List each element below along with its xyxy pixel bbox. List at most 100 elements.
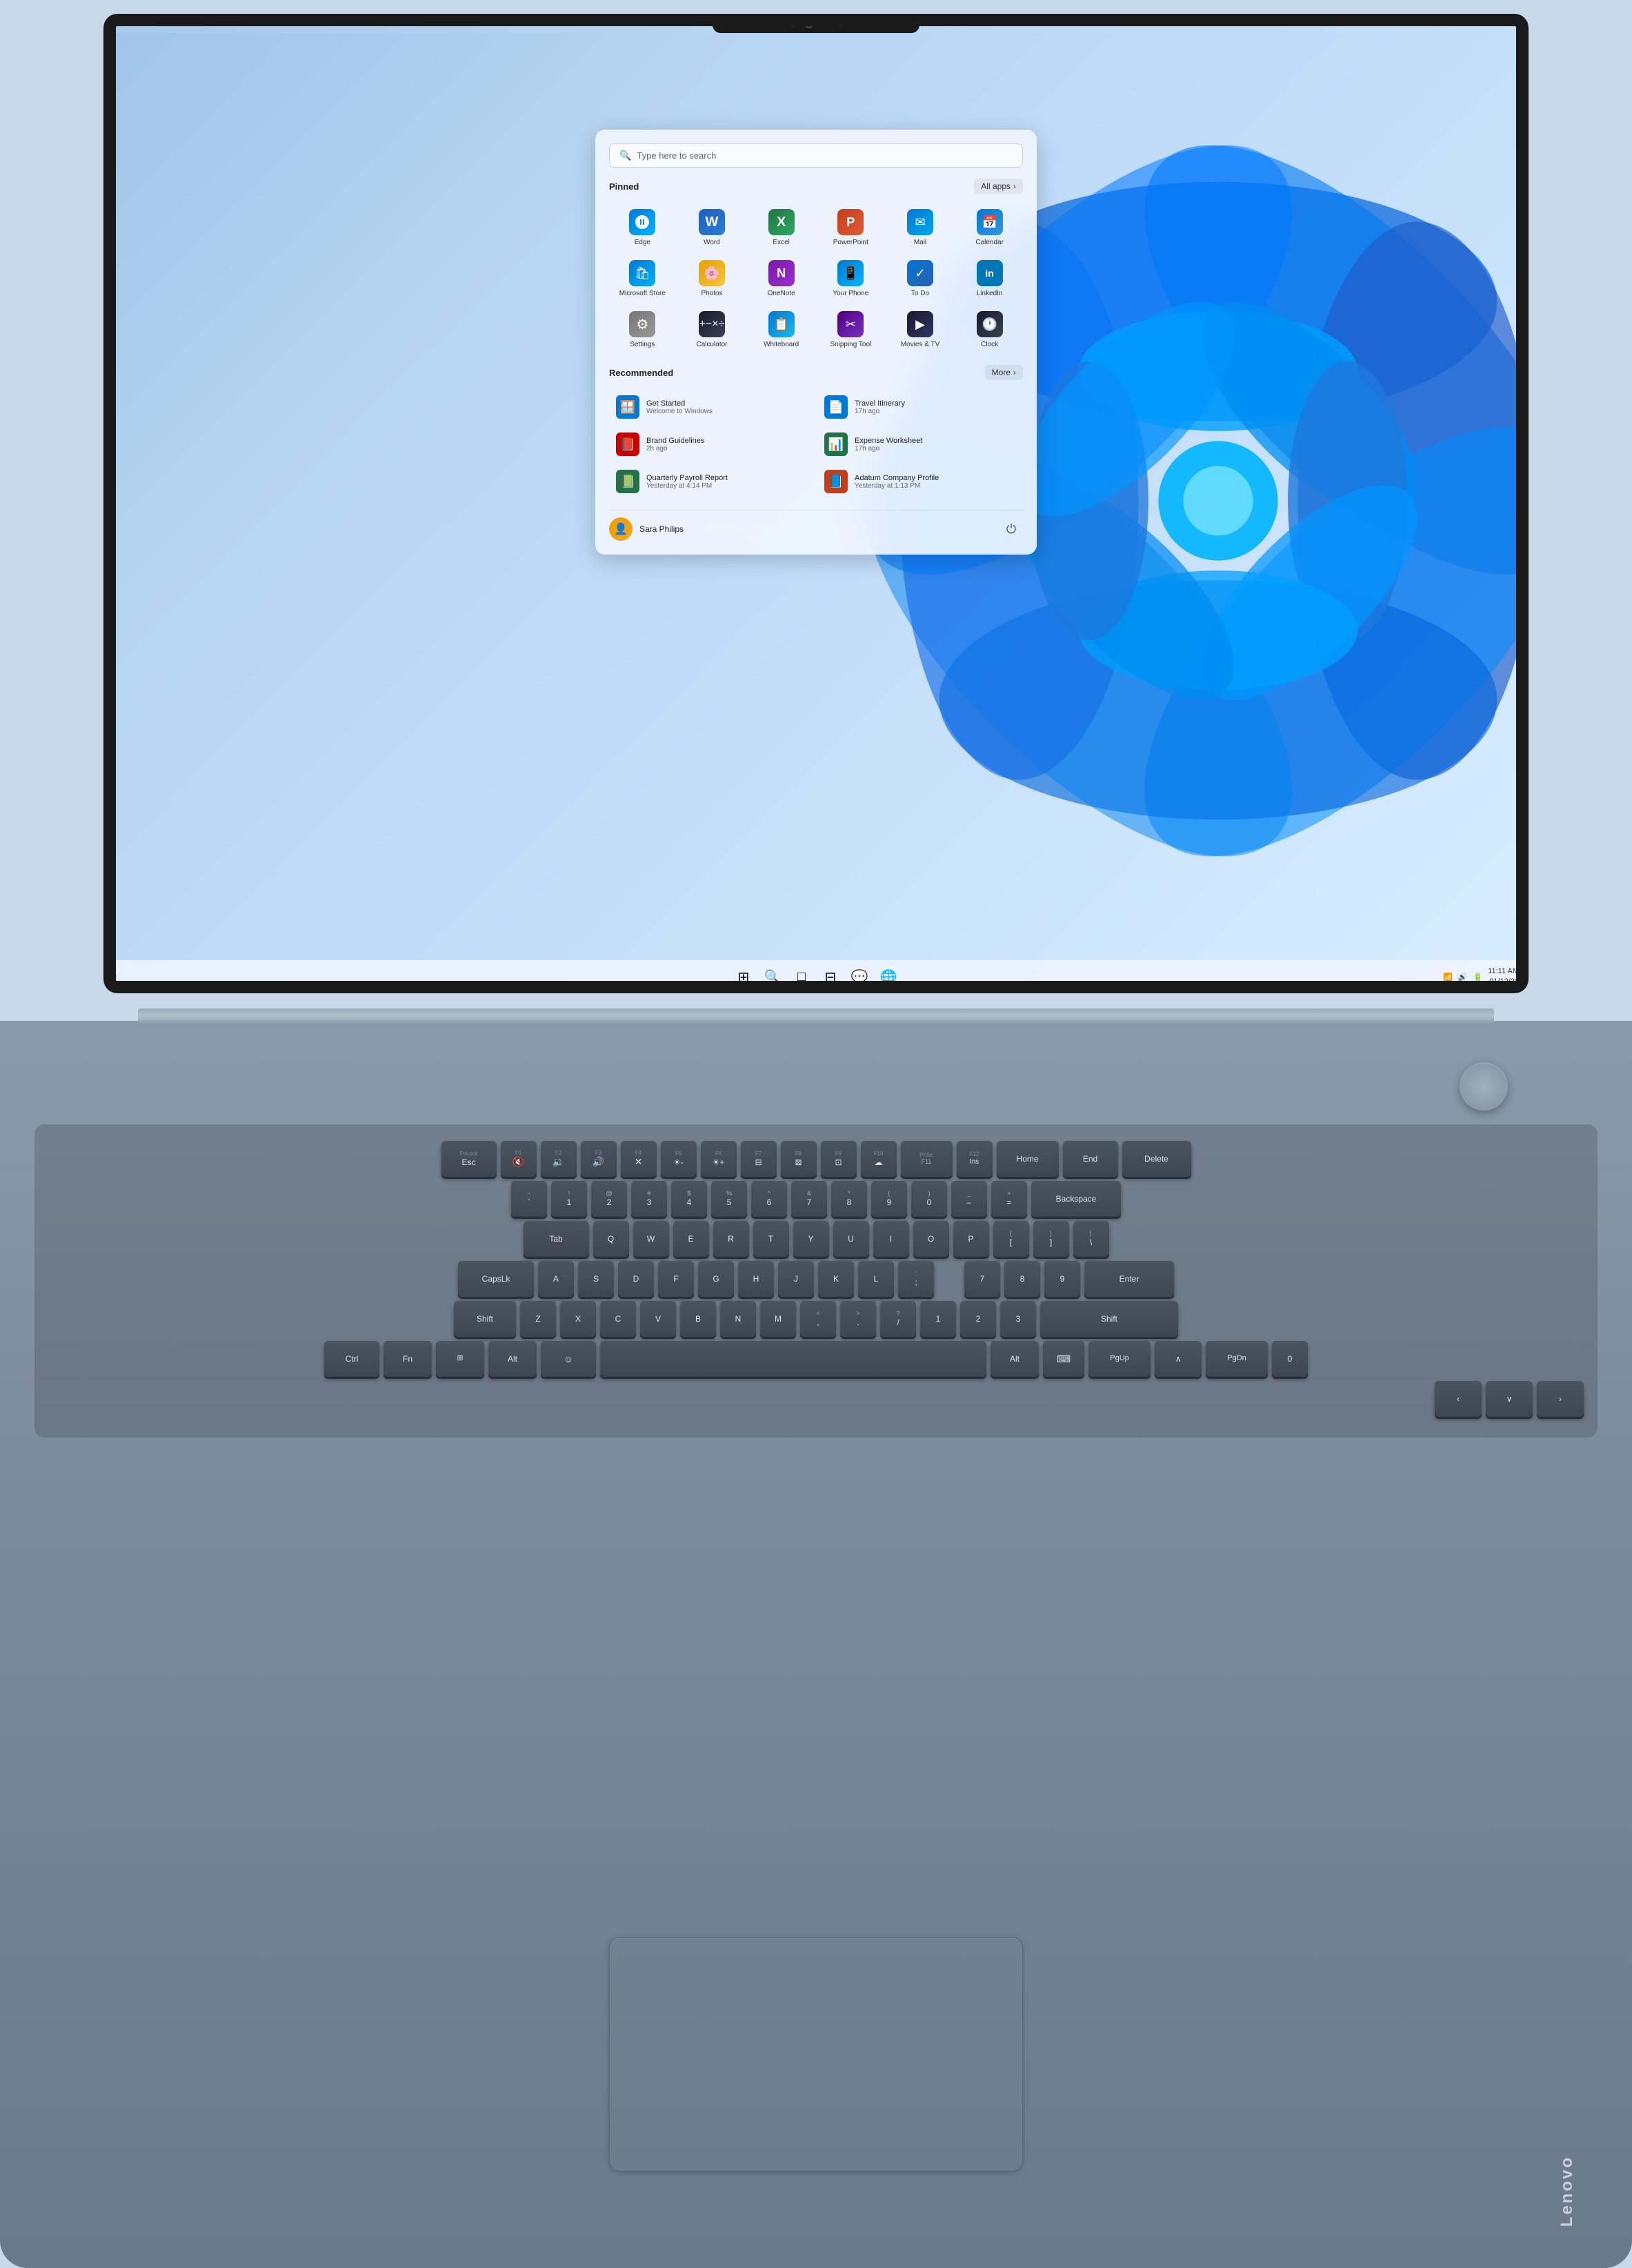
all-apps-button[interactable]: All apps ›	[974, 179, 1023, 194]
rec-item-payroll[interactable]: 📗 Quarterly Payroll Report Yesterday at …	[609, 464, 815, 499]
key-fn[interactable]: Fn	[384, 1341, 432, 1377]
rec-item-adatum[interactable]: 📘 Adatum Company Profile Yesterday at 1:…	[817, 464, 1023, 499]
key-g[interactable]: G	[698, 1261, 734, 1297]
key-f5[interactable]: F5 ☀-	[661, 1141, 697, 1177]
app-mail[interactable]: ✉ Mail	[887, 203, 954, 252]
search-bar[interactable]: 🔍 Type here to search	[609, 143, 1023, 168]
key-w[interactable]: W	[633, 1221, 669, 1257]
key-k[interactable]: K	[818, 1261, 854, 1297]
clock-date-display[interactable]: 11:11 AM 01/12/22	[1488, 966, 1519, 988]
key-shift-left[interactable]: Shift	[454, 1301, 516, 1337]
app-calculator[interactable]: +−×÷ Calculator	[679, 306, 746, 354]
key-x[interactable]: X	[560, 1301, 596, 1337]
power-button[interactable]: ⏻	[999, 517, 1023, 541]
more-button[interactable]: More ›	[985, 365, 1023, 380]
key-equals[interactable]: + =	[991, 1181, 1027, 1217]
app-snipping[interactable]: ✂ Snipping Tool	[817, 306, 884, 354]
taskbar-search-icon[interactable]: 🔍	[760, 964, 785, 989]
app-photos[interactable]: 🌸 Photos	[679, 255, 746, 303]
app-edge[interactable]: Edge	[609, 203, 676, 252]
key-numpad-9[interactable]: 9	[1044, 1261, 1080, 1297]
key-h[interactable]: H	[738, 1261, 774, 1297]
key-0[interactable]: ) 0	[911, 1181, 947, 1217]
key-2[interactable]: @ 2	[591, 1181, 627, 1217]
key-f10[interactable]: F10 ☁	[861, 1141, 897, 1177]
key-numpad-1[interactable]: 1	[920, 1301, 956, 1337]
key-numpad-8[interactable]: 8	[1004, 1261, 1040, 1297]
taskbar-start-button[interactable]: ⊞	[731, 964, 756, 989]
app-whiteboard[interactable]: 📋 Whiteboard	[748, 306, 815, 354]
key-pgup[interactable]: PgUp	[1088, 1341, 1151, 1377]
key-tab[interactable]: Tab	[524, 1221, 589, 1257]
key-end[interactable]: End	[1063, 1141, 1118, 1177]
key-pgdn[interactable]: PgDn	[1206, 1341, 1268, 1377]
key-win[interactable]: ⊞	[436, 1341, 484, 1377]
taskbar-edge-icon[interactable]: 🌐	[876, 964, 901, 989]
taskbar-taskview-icon[interactable]: □	[789, 964, 814, 989]
key-arrow-left[interactable]: ‹	[1435, 1381, 1482, 1417]
key-8[interactable]: * 8	[831, 1181, 867, 1217]
key-t[interactable]: T	[753, 1221, 789, 1257]
app-settings[interactable]: ⚙ Settings	[609, 306, 676, 354]
rec-item-brand[interactable]: 📕 Brand Guidelines 2h ago	[609, 427, 815, 461]
key-e[interactable]: E	[673, 1221, 709, 1257]
key-r[interactable]: R	[713, 1221, 749, 1257]
key-backtick[interactable]: ~ `	[511, 1181, 547, 1217]
key-enter[interactable]: Enter	[1084, 1261, 1174, 1297]
key-slash[interactable]: ? /	[880, 1301, 916, 1337]
key-s[interactable]: S	[578, 1261, 614, 1297]
touchpad[interactable]	[609, 1937, 1023, 2171]
user-profile[interactable]: 👤 Sara Philips	[609, 517, 684, 541]
key-4[interactable]: $ 4	[671, 1181, 707, 1217]
key-a[interactable]: A	[538, 1261, 574, 1297]
key-m[interactable]: M	[760, 1301, 796, 1337]
key-f4[interactable]: F4 ✕	[621, 1141, 657, 1177]
app-yourphone[interactable]: 📱 Your Phone	[817, 255, 884, 303]
taskbar-widgets-icon[interactable]: ⊟	[818, 964, 843, 989]
key-alt-right[interactable]: Alt	[991, 1341, 1039, 1377]
key-f2[interactable]: F2 🔉	[541, 1141, 577, 1177]
app-excel[interactable]: X Excel	[748, 203, 815, 252]
key-u[interactable]: U	[833, 1221, 869, 1257]
key-emoji[interactable]: ☺	[541, 1341, 596, 1377]
key-f8[interactable]: F8 ⊠	[781, 1141, 817, 1177]
key-fn2[interactable]: ⌨	[1043, 1341, 1084, 1377]
key-arrow-down[interactable]: ∨	[1486, 1381, 1533, 1417]
app-linkedin[interactable]: in LinkedIn	[956, 255, 1023, 303]
key-y[interactable]: Y	[793, 1221, 829, 1257]
key-f1[interactable]: F1 🔇	[501, 1141, 537, 1177]
key-7[interactable]: & 7	[791, 1181, 827, 1217]
key-f7[interactable]: F7 ⊟	[741, 1141, 777, 1177]
key-f11-prtsc[interactable]: PrtSc F11	[901, 1141, 953, 1177]
key-numpad-3[interactable]: 3	[1000, 1301, 1036, 1337]
taskbar-chat-icon[interactable]: 💬	[847, 964, 872, 989]
key-space[interactable]	[600, 1341, 986, 1377]
key-numpad-0[interactable]: 0	[1272, 1341, 1308, 1377]
key-shift-right[interactable]: Shift	[1040, 1301, 1178, 1337]
key-q[interactable]: Q	[593, 1221, 629, 1257]
app-todo[interactable]: ✓ To Do	[887, 255, 954, 303]
key-ctrl-left[interactable]: Ctrl	[324, 1341, 379, 1377]
key-c[interactable]: C	[600, 1301, 636, 1337]
key-z[interactable]: Z	[520, 1301, 556, 1337]
key-n[interactable]: N	[720, 1301, 756, 1337]
app-word[interactable]: W Word	[679, 203, 746, 252]
key-o[interactable]: O	[913, 1221, 949, 1257]
key-1[interactable]: ! 1	[551, 1181, 587, 1217]
key-6[interactable]: ^ 6	[751, 1181, 787, 1217]
key-5[interactable]: % 5	[711, 1181, 747, 1217]
key-f12[interactable]: F12 Ins	[957, 1141, 993, 1177]
app-powerpoint[interactable]: P PowerPoint	[817, 203, 884, 252]
key-l[interactable]: L	[858, 1261, 894, 1297]
key-minus[interactable]: _ –	[951, 1181, 987, 1217]
key-f9[interactable]: F9 ⊡	[821, 1141, 857, 1177]
key-f[interactable]: F	[658, 1261, 694, 1297]
fingerprint-button[interactable]	[1460, 1062, 1508, 1111]
key-v[interactable]: V	[640, 1301, 676, 1337]
key-backspace[interactable]: Backspace	[1031, 1181, 1121, 1217]
app-movies[interactable]: ▶ Movies & TV	[887, 306, 954, 354]
key-f6[interactable]: F6 ☀+	[701, 1141, 737, 1177]
app-calendar[interactable]: 📅 Calendar	[956, 203, 1023, 252]
key-delete[interactable]: Delete	[1122, 1141, 1191, 1177]
app-onenote[interactable]: N OneNote	[748, 255, 815, 303]
